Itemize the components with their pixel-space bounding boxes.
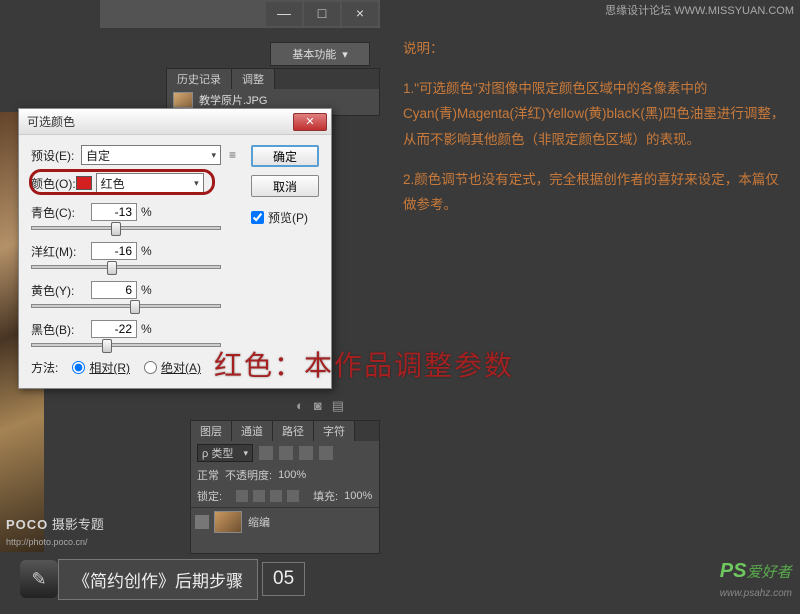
- poco-watermark: POCO 摄影专题 http://photo.poco.cn/: [6, 514, 104, 548]
- ok-button[interactable]: 确定: [251, 145, 319, 167]
- step-text: 《简约创作》后期步骤: [58, 559, 258, 600]
- app-titlebar: — □ ×: [100, 0, 380, 28]
- yellow-slider[interactable]: [31, 304, 221, 308]
- lock-icon[interactable]: [236, 490, 248, 502]
- tab-adjust[interactable]: 调整: [232, 69, 275, 89]
- preview-checkbox[interactable]: 预览(P): [251, 209, 319, 226]
- tab-channels[interactable]: 通道: [232, 421, 273, 441]
- maximize-button[interactable]: □: [304, 2, 340, 26]
- preset-label: 预设(E):: [31, 147, 81, 164]
- bottom-watermark: PS爱好者 www.psahz.com: [720, 560, 792, 600]
- menu-icon[interactable]: ▤: [332, 398, 344, 414]
- tab-history[interactable]: 历史记录: [167, 69, 232, 89]
- workspace-selector[interactable]: 基本功能: [270, 42, 370, 66]
- close-app-button[interactable]: ×: [342, 2, 378, 26]
- tab-character[interactable]: 字符: [314, 421, 355, 441]
- method-label: 方法:: [31, 359, 58, 376]
- layers-panel: 图层 通道 路径 字符 ρ 类型 正常 不透明度: 100% 锁定: 填充: 1…: [190, 420, 380, 554]
- pct: %: [141, 244, 152, 258]
- pct: %: [141, 205, 152, 219]
- color-swatch: [76, 176, 92, 190]
- layer-kind-select[interactable]: ρ 类型: [197, 444, 253, 462]
- black-label: 黑色(B):: [31, 321, 91, 338]
- panel-icons: ◐ ◙ ▤: [296, 398, 344, 414]
- tab-layers[interactable]: 图层: [191, 421, 232, 441]
- cyan-input[interactable]: [91, 203, 137, 221]
- pct: %: [141, 322, 152, 336]
- filter-icon[interactable]: [319, 446, 333, 460]
- minimize-button[interactable]: —: [266, 2, 302, 26]
- filter-icon[interactable]: [259, 446, 273, 460]
- color-label: 颜色(O):: [31, 175, 76, 192]
- step-icon: ✎: [20, 560, 58, 598]
- magenta-input[interactable]: [91, 242, 137, 260]
- relative-radio[interactable]: 相对(R): [72, 359, 130, 376]
- history-thumbnail: [173, 92, 193, 108]
- preset-select[interactable]: 自定: [81, 145, 221, 165]
- opacity-label: 不透明度:: [225, 467, 272, 483]
- black-slider[interactable]: [31, 343, 221, 347]
- pct: %: [141, 283, 152, 297]
- black-input[interactable]: [91, 320, 137, 338]
- history-filename: 教学原片.JPG: [199, 92, 267, 108]
- layer-name: 缩编: [248, 514, 270, 530]
- fill-value[interactable]: 100%: [344, 490, 372, 502]
- eye-icon[interactable]: ◐: [296, 398, 304, 414]
- magenta-label: 洋红(M):: [31, 243, 91, 260]
- explanation-text: 说明： 1."可选颜色"对图像中限定颜色区域中的各像素中的Cyan(青)Mage…: [403, 36, 791, 232]
- color-select[interactable]: 红色: [96, 173, 204, 193]
- absolute-radio[interactable]: 绝对(A): [144, 359, 201, 376]
- magenta-slider[interactable]: [31, 265, 221, 269]
- cyan-slider[interactable]: [31, 226, 221, 230]
- dialog-titlebar[interactable]: 可选颜色 ✕: [19, 109, 331, 135]
- lock-icon[interactable]: [270, 490, 282, 502]
- lock-label: 锁定:: [197, 488, 222, 504]
- yellow-input[interactable]: [91, 281, 137, 299]
- filter-icon[interactable]: [279, 446, 293, 460]
- yellow-label: 黄色(Y):: [31, 282, 91, 299]
- close-icon[interactable]: ✕: [293, 113, 327, 131]
- blend-mode-select[interactable]: 正常: [197, 467, 219, 483]
- fill-label: 填充:: [313, 488, 338, 504]
- red-annotation: 红色：本作品调整参数: [214, 344, 514, 384]
- opacity-value[interactable]: 100%: [278, 469, 306, 481]
- explain-heading: 说明：: [403, 36, 791, 62]
- step-bar: ✎ 《简约创作》后期步骤 05: [20, 560, 305, 598]
- preview-label: 预览(P): [268, 209, 308, 226]
- tab-paths[interactable]: 路径: [273, 421, 314, 441]
- explain-p1: 1."可选颜色"对图像中限定颜色区域中的各像素中的Cyan(青)Magenta(…: [403, 76, 791, 153]
- preset-menu-icon[interactable]: ≡: [229, 148, 236, 162]
- camera-icon[interactable]: ◙: [314, 398, 322, 414]
- step-number: 05: [262, 562, 305, 596]
- layer-item[interactable]: 缩编: [191, 507, 379, 536]
- preview-check-input[interactable]: [251, 211, 264, 224]
- eye-icon[interactable]: [195, 515, 209, 529]
- dialog-title: 可选颜色: [27, 113, 75, 130]
- layer-thumbnail: [214, 511, 242, 533]
- top-watermark: 思缘设计论坛 WWW.MISSYUAN.COM: [605, 2, 794, 18]
- explain-p2: 2.颜色调节也没有定式，完全根据创作者的喜好来设定，本篇仅做参考。: [403, 167, 791, 218]
- filter-icon[interactable]: [299, 446, 313, 460]
- lock-icon[interactable]: [287, 490, 299, 502]
- cyan-label: 青色(C):: [31, 204, 91, 221]
- lock-icon[interactable]: [253, 490, 265, 502]
